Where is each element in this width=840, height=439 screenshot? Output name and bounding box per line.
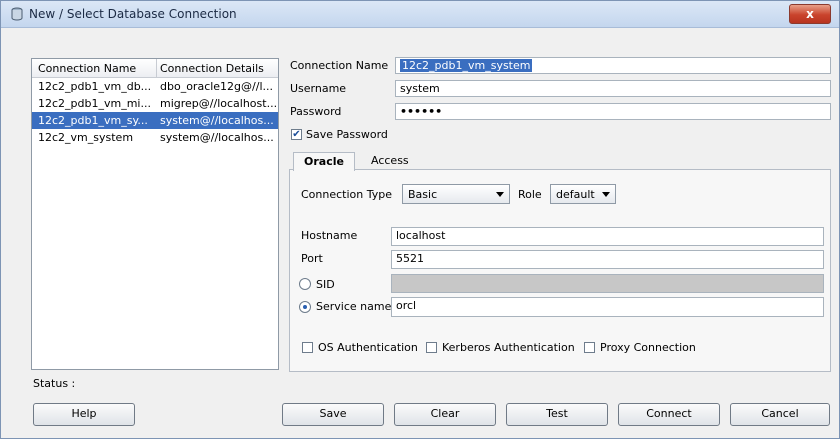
save-password-label: Save Password: [306, 128, 388, 141]
port-field[interactable]: 5521: [391, 250, 824, 269]
help-button[interactable]: Help: [33, 403, 135, 426]
connection-details-cell: system@//localhos...: [160, 114, 274, 127]
window-title: New / Select Database Connection: [29, 7, 237, 21]
test-button[interactable]: Test: [506, 403, 608, 426]
chevron-down-icon: [496, 192, 504, 197]
save-button[interactable]: Save: [282, 403, 384, 426]
connection-name-label: Connection Name: [290, 59, 389, 72]
service-name-field[interactable]: orcl: [391, 297, 824, 317]
os-authentication-label: OS Authentication: [318, 341, 418, 354]
cancel-button[interactable]: Cancel: [730, 403, 830, 426]
dialog-window: New / Select Database Connection x Conne…: [0, 0, 840, 439]
role-label: Role: [518, 188, 542, 201]
service-name-label: Service name: [316, 300, 392, 313]
connection-name-field[interactable]: 12c2_pdb1_vm_system: [395, 57, 831, 74]
chevron-down-icon: [602, 192, 610, 197]
clear-button[interactable]: Clear: [394, 403, 496, 426]
sid-radio[interactable]: [299, 278, 311, 290]
port-label: Port: [301, 252, 323, 265]
tab-oracle[interactable]: Oracle: [293, 152, 355, 171]
connection-type-select[interactable]: Basic: [402, 184, 510, 204]
password-label: Password: [290, 105, 342, 118]
proxy-connection-label: Proxy Connection: [600, 341, 696, 354]
username-field[interactable]: system: [395, 80, 831, 97]
connections-list[interactable]: Connection Name Connection Details 12c2_…: [31, 58, 279, 370]
service-name-radio[interactable]: [299, 301, 311, 313]
connection-name-cell: 12c2_pdb1_vm_sy...: [38, 114, 148, 127]
sid-field[interactable]: [391, 274, 824, 293]
connection-details-cell: system@//localhos...: [160, 131, 274, 144]
connection-name-cell: 12c2_vm_system: [38, 131, 134, 144]
sid-label: SID: [316, 278, 335, 291]
connection-type-value: Basic: [408, 188, 438, 201]
connection-details-cell: dbo_oracle12g@//l...: [160, 80, 273, 93]
connection-type-label: Connection Type: [301, 188, 393, 201]
list-item-selected[interactable]: 12c2_pdb1_vm_sy... system@//localhos...: [32, 112, 278, 129]
status-label: Status :: [33, 377, 76, 390]
kerberos-authentication-label: Kerberos Authentication: [442, 341, 575, 354]
kerberos-authentication-checkbox[interactable]: [426, 342, 437, 353]
connection-name-value: 12c2_pdb1_vm_system: [400, 59, 533, 72]
column-header-details[interactable]: Connection Details: [160, 62, 264, 75]
list-item[interactable]: 12c2_pdb1_vm_mi... migrep@//localhost...: [32, 95, 278, 112]
connection-name-cell: 12c2_pdb1_vm_mi...: [38, 97, 151, 110]
role-value: default: [556, 188, 595, 201]
role-select[interactable]: default: [550, 184, 616, 204]
tab-access[interactable]: Access: [361, 152, 419, 170]
password-field[interactable]: ••••••: [395, 103, 831, 120]
column-header-name[interactable]: Connection Name: [38, 62, 136, 75]
list-header: Connection Name Connection Details: [32, 59, 278, 78]
proxy-connection-checkbox[interactable]: [584, 342, 595, 353]
hostname-field[interactable]: localhost: [391, 227, 824, 246]
list-item[interactable]: 12c2_pdb1_vm_db... dbo_oracle12g@//l...: [32, 78, 278, 95]
hostname-label: Hostname: [301, 229, 358, 242]
database-icon: [11, 7, 23, 21]
connect-button[interactable]: Connect: [618, 403, 720, 426]
close-button[interactable]: x: [789, 4, 831, 24]
connection-name-cell: 12c2_pdb1_vm_db...: [38, 80, 152, 93]
connection-details-cell: migrep@//localhost...: [160, 97, 276, 110]
title-bar: New / Select Database Connection x: [1, 1, 839, 28]
username-label: Username: [290, 82, 347, 95]
save-password-checkbox[interactable]: ✔: [291, 129, 302, 140]
os-authentication-checkbox[interactable]: [302, 342, 313, 353]
list-item[interactable]: 12c2_vm_system system@//localhos...: [32, 129, 278, 146]
